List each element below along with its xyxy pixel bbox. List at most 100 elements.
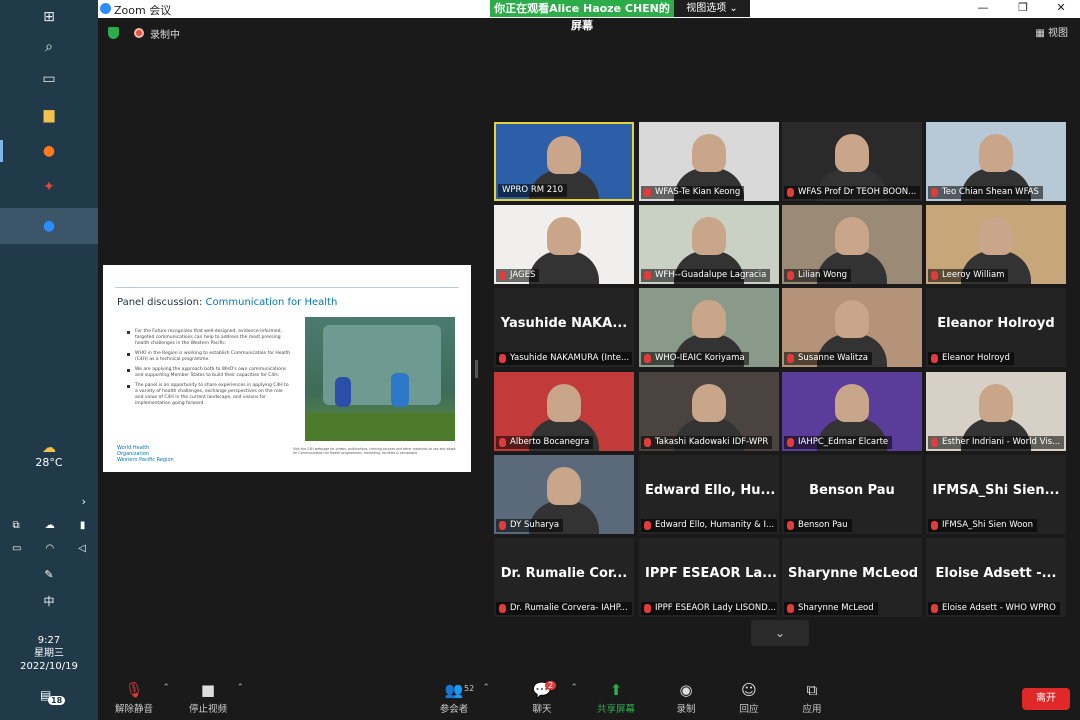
firefox-icon[interactable]: ●	[0, 134, 98, 168]
chat-button[interactable]: 💬 2 ⌃ 聊天	[510, 681, 578, 715]
participant-name-text: WFH--Guadalupe Lagracia	[655, 270, 767, 280]
stop-video-button[interactable]: ■ ⌃ 停止视频	[176, 681, 244, 715]
participant-tile[interactable]: Teo Chian Shean WFAS	[926, 122, 1066, 201]
meeting-toolbar: 🎙 ⌃ 解除静音 ■ ⌃ 停止视频 👥 52 ⌃ 参会者 💬 2 ⌃ 聊天 ⬆ …	[98, 673, 1080, 720]
participant-tile[interactable]: IAHPC_Edmar Elcarte	[782, 372, 922, 451]
participant-name-text: DY Suharya	[510, 520, 560, 530]
participant-name-text: Susanne Walitza	[798, 353, 868, 363]
participant-tile[interactable]: Takashi Kadowaki IDF-WPR	[639, 372, 779, 451]
participant-tile[interactable]: Alberto Bocanegra	[494, 372, 634, 451]
participant-name-text: Benson Pau	[798, 520, 848, 530]
pen-icon[interactable]: ✎	[0, 568, 98, 581]
zoom-taskbar-icon[interactable]: ●	[0, 208, 98, 244]
chevron-up-icon[interactable]: ⌃	[236, 683, 244, 693]
muted-microphone-icon: 🎙	[124, 681, 144, 699]
participant-tile[interactable]: DY Suharya	[494, 455, 634, 534]
participant-name-label: Eloise Adsett - WHO WPRO	[928, 602, 1060, 615]
participant-name-label: Leeroy William	[928, 269, 1009, 282]
participant-name-label: Alberto Bocanegra	[496, 436, 594, 449]
who-logo: World Health Organization Western Pacifi…	[117, 445, 174, 463]
chevron-up-icon[interactable]: ⌃	[482, 683, 490, 693]
participant-face	[692, 134, 726, 172]
participant-name-label: JAGES	[496, 269, 540, 282]
chevron-up-icon[interactable]: ⌃	[570, 683, 578, 693]
microphone-icon[interactable]: ▮	[80, 520, 86, 531]
file-explorer-icon[interactable]: ▆	[0, 98, 98, 132]
record-button[interactable]: ◉ 录制	[654, 681, 718, 715]
participant-tile[interactable]: Benson Pau Benson Pau	[782, 455, 922, 534]
notification-count: 18	[48, 696, 66, 705]
unmute-button[interactable]: 🎙 ⌃ 解除静音	[102, 681, 170, 715]
participant-tile[interactable]: Lilian Wong	[782, 205, 922, 284]
participant-face	[547, 136, 581, 174]
participant-tile[interactable]: Sharynne McLeod Sharynne McLeod	[782, 538, 922, 617]
ime-indicator[interactable]: 中	[0, 593, 98, 609]
battery-icon[interactable]: ▭	[12, 543, 21, 554]
participant-tile[interactable]: Esther Indriani - World Vis...	[926, 372, 1066, 451]
participant-name-text: WHO-IEAIC Koriyama	[655, 353, 745, 363]
view-options-button[interactable]: 视图选项 ⌄	[674, 0, 750, 17]
slide-bullet: The panel is an opportunity to share exp…	[127, 383, 292, 407]
windows-start-icon[interactable]: ⊞	[0, 0, 98, 34]
task-view-icon[interactable]: ▭	[0, 62, 98, 96]
reactions-button[interactable]: ☺ 回应	[717, 681, 781, 715]
participant-tile[interactable]: Susanne Walitza	[782, 288, 922, 367]
wifi-icon[interactable]: ◠	[46, 543, 55, 554]
more-participants-button[interactable]: ⌄	[751, 620, 809, 646]
window-titlebar: Zoom 会议 你正在观看Alice Haoze CHEN的屏幕 视图选项 ⌄ …	[98, 0, 1080, 32]
chevron-up-icon[interactable]: ⌃	[162, 683, 170, 693]
participant-tile[interactable]: IFMSA_Shi Sien... IFMSA_Shi Sien Woon	[926, 455, 1066, 534]
speaker-icon[interactable]: ◁	[78, 543, 86, 554]
search-icon[interactable]: ⌕	[0, 30, 98, 64]
participant-tile[interactable]: Dr. Rumalie Cor... Dr. Rumalie Corvera- I…	[494, 538, 634, 617]
participant-name-label: Benson Pau	[784, 519, 852, 532]
participant-tile[interactable]: WFAS-Te Kian Keong	[639, 122, 779, 201]
muted-microphone-icon	[931, 188, 938, 197]
participant-name-label: WFH--Guadalupe Lagracia	[641, 269, 771, 282]
minimize-button[interactable]: —	[968, 1, 998, 14]
app-icon[interactable]: ✦	[0, 170, 98, 204]
participant-name-text: Sharynne McLeod	[798, 603, 874, 613]
window-title: Zoom 会议	[114, 4, 172, 17]
participant-tile[interactable]: Eloise Adsett -... Eloise Adsett - WHO WP…	[926, 538, 1066, 617]
cloud-icon[interactable]: ☁	[45, 520, 55, 531]
participant-tile[interactable]: Eleanor Holroyd Eleanor Holroyd	[926, 288, 1066, 367]
participant-name-label: Lilian Wong	[784, 269, 852, 282]
participant-display-name: Sharynne McLeod	[788, 566, 919, 581]
muted-microphone-icon	[931, 438, 938, 447]
shared-screen[interactable]: Panel discussion: Communication for Heal…	[103, 265, 471, 472]
participant-tile[interactable]: Leeroy William	[926, 205, 1066, 284]
chevron-right-icon[interactable]: ›	[0, 495, 98, 508]
participant-tile[interactable]: Yasuhide NAKA... Yasuhide NAKAMURA (Inte.…	[494, 288, 634, 367]
participant-tile[interactable]: WFH--Guadalupe Lagracia	[639, 205, 779, 284]
leave-meeting-button[interactable]: 离开	[1022, 688, 1070, 710]
screen-share-banner: 你正在观看Alice Haoze CHEN的屏幕	[490, 0, 674, 32]
participants-button[interactable]: 👥 52 ⌃ 参会者	[422, 681, 490, 715]
panel-resize-handle[interactable]	[475, 360, 478, 378]
notification-icon[interactable]: ▤ 18	[40, 688, 66, 705]
participant-tile[interactable]: JAGES	[494, 205, 634, 284]
slide-title-highlight: Communication for Health	[205, 297, 338, 308]
participant-name-label: Takashi Kadowaki IDF-WPR	[641, 436, 773, 449]
maximize-button[interactable]: ❐	[1008, 1, 1038, 14]
participant-face	[692, 217, 726, 255]
system-clock[interactable]: 9:27 星期三 2022/10/19	[0, 634, 98, 673]
app-tray-icon[interactable]: ⧉	[13, 520, 20, 531]
participant-name-label: Teo Chian Shean WFAS	[928, 186, 1043, 199]
participant-name-label: Eleanor Holroyd	[928, 352, 1014, 365]
participant-name-label: IAHPC_Edmar Elcarte	[784, 436, 893, 449]
share-screen-button[interactable]: ⬆ 共享屏幕	[584, 681, 648, 715]
participant-tile[interactable]: Edward Ello, Hu... Edward Ello, Humanity …	[639, 455, 779, 534]
muted-microphone-icon	[787, 521, 794, 530]
participant-tile[interactable]: WFAS Prof Dr TEOH BOON...	[782, 122, 922, 201]
apps-button[interactable]: ⧉ 应用	[780, 681, 844, 715]
participant-tile[interactable]: WHO-IEAIC Koriyama	[639, 288, 779, 367]
participant-tile[interactable]: WPRO RM 210	[494, 122, 634, 201]
recording-icon[interactable]	[134, 28, 144, 38]
close-button[interactable]: ✕	[1046, 1, 1076, 14]
participant-tile[interactable]: IPPF ESEAOR La... IPPF ESEAOR Lady LISOND…	[639, 538, 779, 617]
weather-widget[interactable]: ☁ 28°C	[0, 440, 98, 469]
security-shield-icon[interactable]	[108, 27, 119, 39]
participant-face	[547, 467, 581, 505]
view-button[interactable]: ▦ 视图	[1035, 24, 1068, 39]
